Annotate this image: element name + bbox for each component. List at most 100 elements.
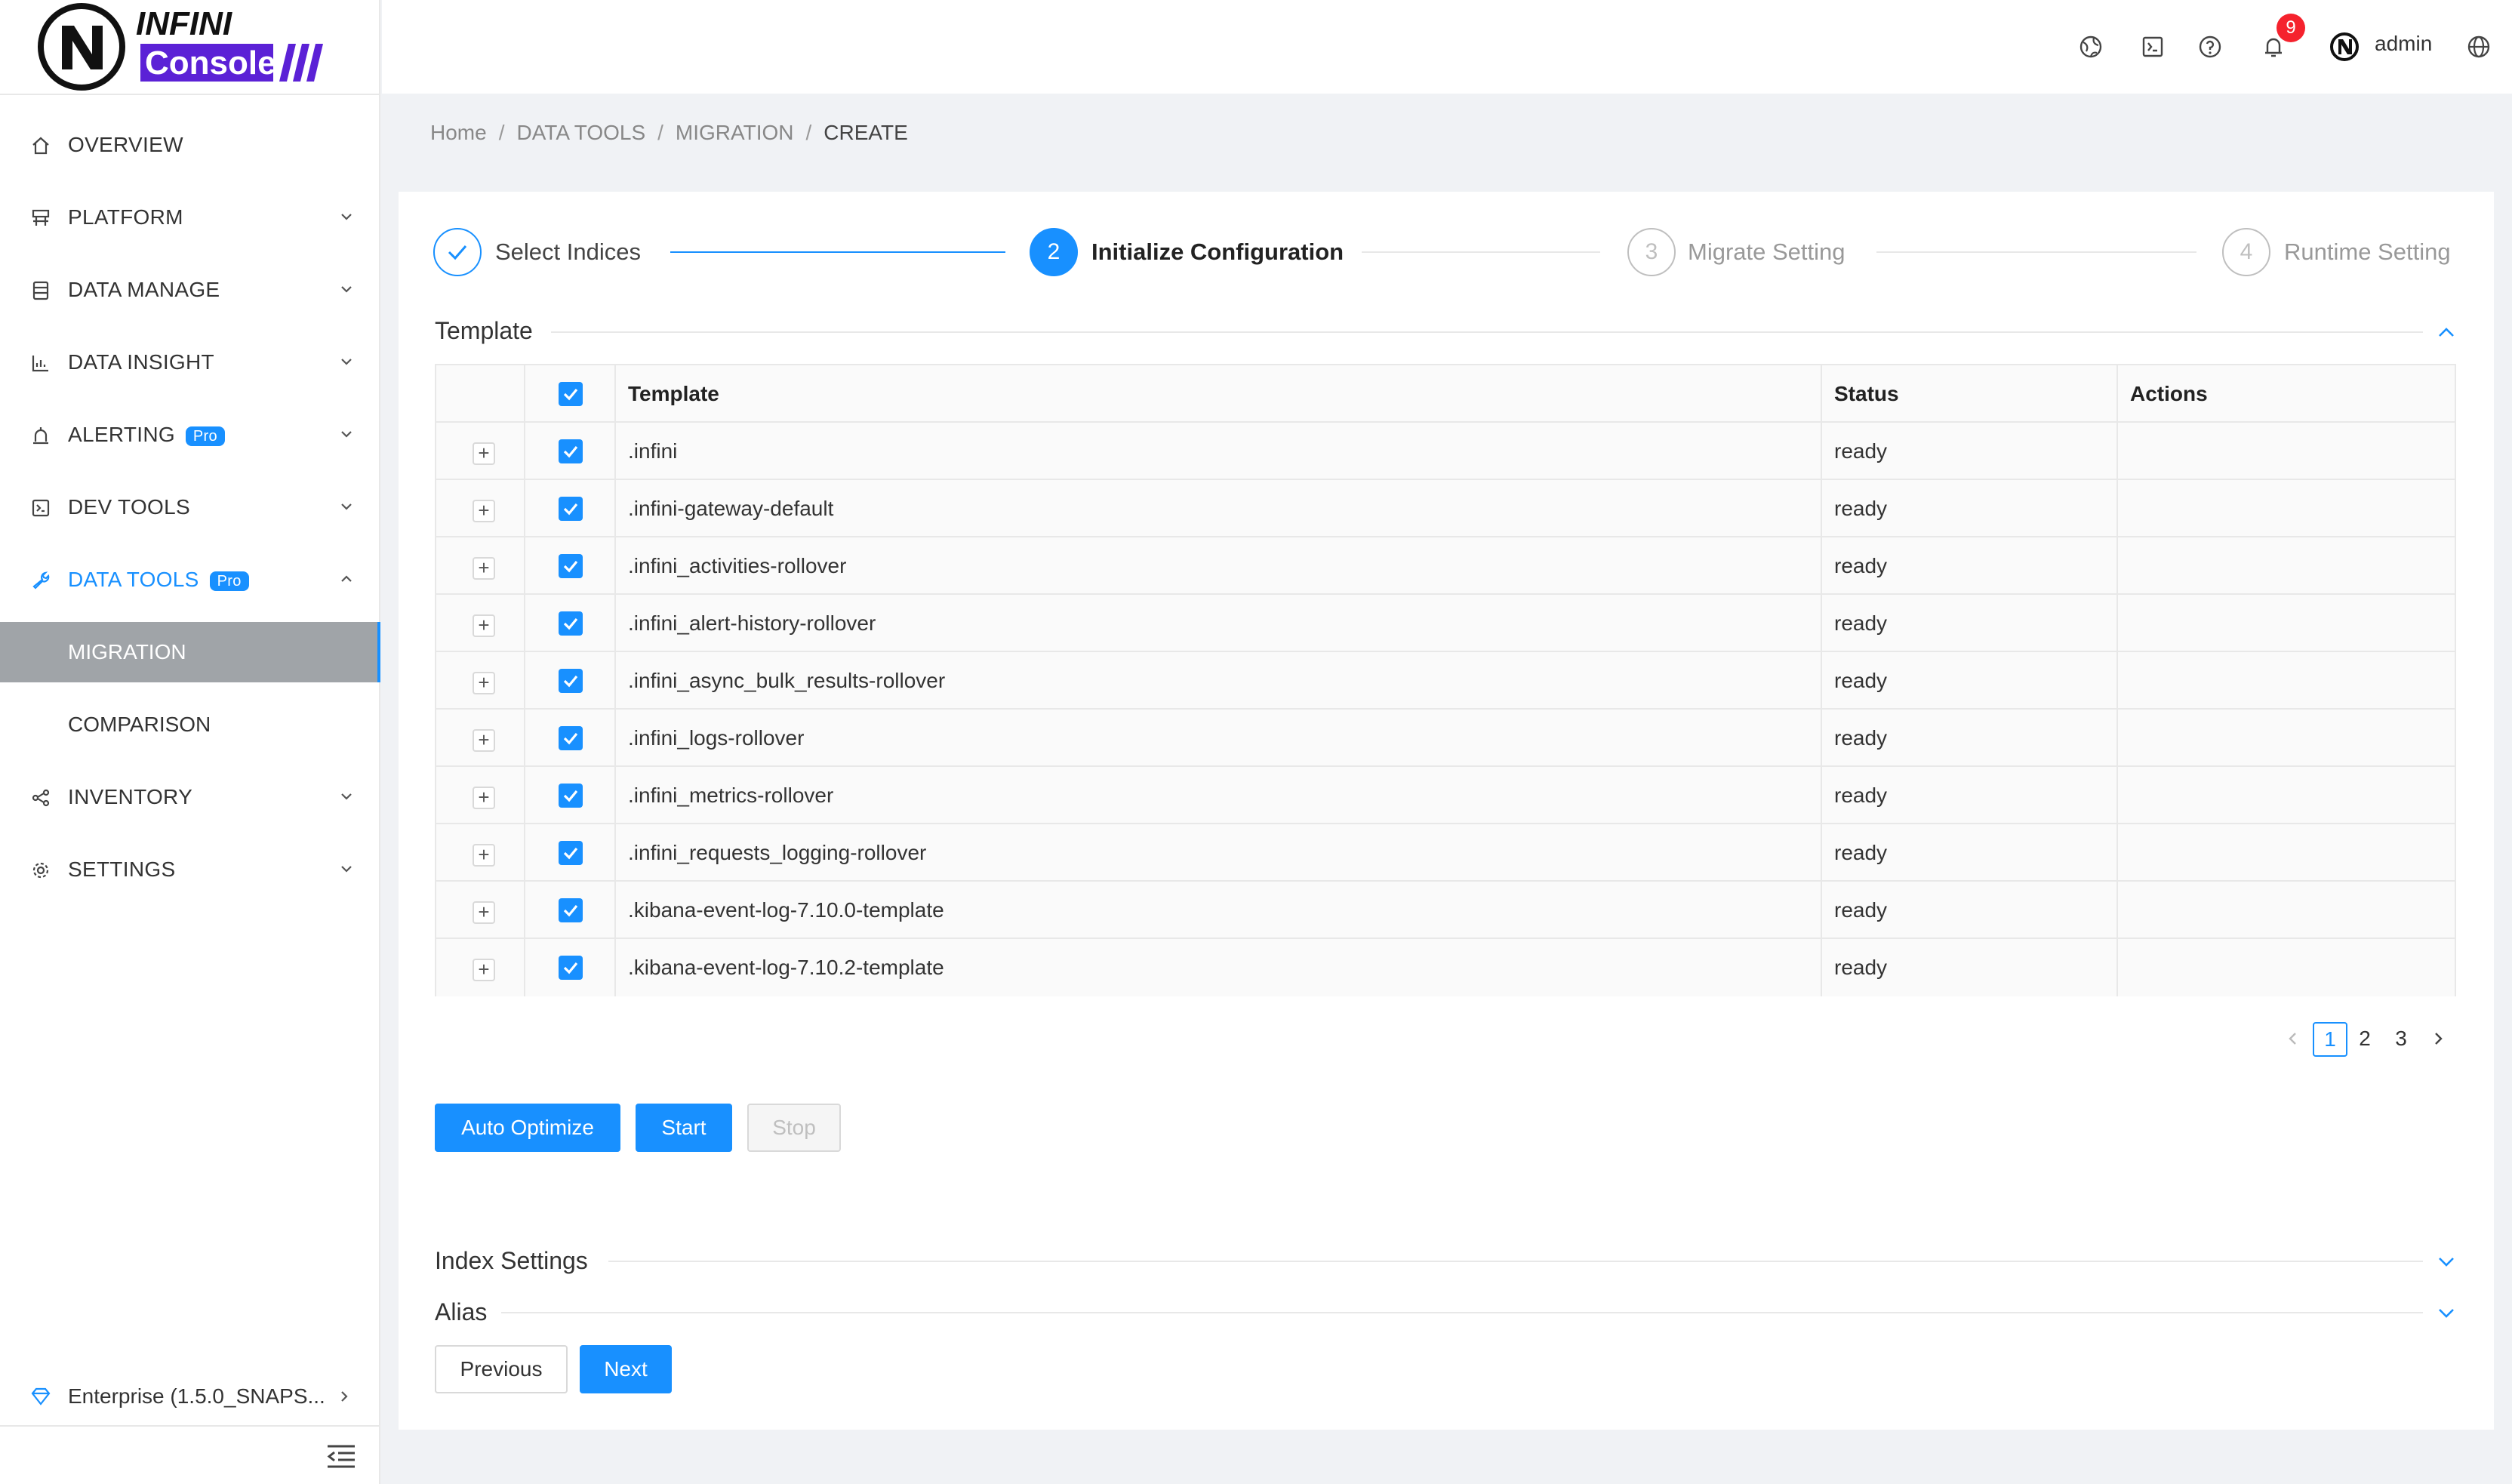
chevron-down-icon bbox=[341, 431, 352, 438]
sidebar-item-label: ALERTING Pro bbox=[68, 423, 225, 447]
expand-row-button[interactable]: + bbox=[473, 672, 495, 694]
sidebar-subitem-comparison[interactable]: COMPARISON bbox=[0, 694, 380, 755]
row-checkbox[interactable] bbox=[559, 554, 583, 578]
expand-row-button[interactable]: + bbox=[473, 442, 495, 465]
sidebar-subitem-migration[interactable]: MIGRATION bbox=[0, 622, 380, 682]
table-row: + .infini_metrics-rollover ready bbox=[436, 767, 2455, 824]
expand-row-button[interactable]: + bbox=[473, 959, 495, 981]
help-icon[interactable] bbox=[2196, 33, 2224, 60]
template-status: ready bbox=[1834, 439, 1888, 463]
auto-optimize-button[interactable]: Auto Optimize bbox=[435, 1104, 620, 1152]
header-status[interactable]: Status bbox=[1822, 365, 2118, 423]
select-cell bbox=[525, 882, 616, 939]
menu-fold-button[interactable] bbox=[326, 1443, 356, 1470]
row-checkbox[interactable] bbox=[559, 784, 583, 808]
template-status: ready bbox=[1834, 784, 1888, 807]
status-cell: ready bbox=[1822, 882, 2118, 939]
previous-button[interactable]: Previous bbox=[435, 1345, 568, 1393]
console-icon[interactable] bbox=[2139, 33, 2166, 60]
sidebar-item-data-insight[interactable]: DATA INSIGHT bbox=[0, 332, 380, 393]
row-checkbox[interactable] bbox=[559, 439, 583, 463]
expand-cell: + bbox=[436, 710, 525, 767]
row-checkbox[interactable] bbox=[559, 841, 583, 865]
pagination-prev-icon[interactable] bbox=[2284, 1030, 2302, 1048]
sidebar-item-alerting[interactable]: ALERTING Pro bbox=[0, 405, 380, 465]
chevron-down-icon bbox=[341, 503, 352, 510]
template-status: ready bbox=[1834, 611, 1888, 635]
sidebar-item-inventory[interactable]: INVENTORY bbox=[0, 767, 380, 827]
status-cell: ready bbox=[1822, 939, 2118, 996]
next-button[interactable]: Next bbox=[580, 1345, 672, 1393]
template-name: .infini_metrics-rollover bbox=[628, 784, 834, 807]
sidebar-item-settings[interactable]: SETTINGS bbox=[0, 839, 380, 900]
sidebar-item-data-manage[interactable]: DATA MANAGE bbox=[0, 260, 380, 320]
breadcrumb-migration[interactable]: MIGRATION bbox=[676, 121, 794, 144]
home-icon bbox=[32, 137, 49, 155]
breadcrumb-home[interactable]: Home bbox=[430, 121, 487, 144]
section-divider bbox=[551, 331, 2423, 333]
chevron-down-icon bbox=[341, 214, 352, 220]
template-name: .infini_alert-history-rollover bbox=[628, 611, 876, 635]
infini-console-logo[interactable]: INFINI Console bbox=[35, 0, 337, 94]
row-checkbox[interactable] bbox=[559, 956, 583, 980]
pagination-page-3[interactable]: 3 bbox=[2384, 1022, 2418, 1057]
template-name: .infini-gateway-default bbox=[628, 497, 834, 520]
pagination-page-2[interactable]: 2 bbox=[2347, 1022, 2382, 1057]
row-checkbox[interactable] bbox=[559, 611, 583, 636]
template-status: ready bbox=[1834, 898, 1888, 922]
sidebar-footer-divider bbox=[0, 1425, 380, 1427]
chevron-down-icon[interactable] bbox=[2435, 1301, 2458, 1324]
sidebar-item-platform[interactable]: PLATFORM bbox=[0, 187, 380, 248]
step-2-title: Initialize Configuration bbox=[1091, 239, 1344, 265]
template-section-title: Template bbox=[435, 317, 533, 344]
edition-info[interactable]: Enterprise (1.5.0_SNAPS... bbox=[0, 1366, 380, 1427]
diamond-icon bbox=[31, 1387, 51, 1405]
sidebar-item-label: DATA MANAGE bbox=[68, 278, 220, 301]
header-template[interactable]: Template bbox=[616, 365, 1822, 423]
breadcrumb-data-tools[interactable]: DATA TOOLS bbox=[516, 121, 645, 144]
breadcrumb-current: CREATE bbox=[823, 121, 908, 144]
chevron-down-icon[interactable] bbox=[2435, 1250, 2458, 1273]
stop-button[interactable]: Stop bbox=[747, 1104, 841, 1152]
sidebar-item-label: PLATFORM bbox=[68, 205, 183, 229]
avatar[interactable] bbox=[2329, 32, 2360, 62]
expand-row-button[interactable]: + bbox=[473, 844, 495, 867]
row-checkbox[interactable] bbox=[559, 497, 583, 521]
pagination-page-1[interactable]: 1 bbox=[2313, 1022, 2347, 1057]
chevron-up-icon[interactable] bbox=[2435, 322, 2458, 344]
select-all-checkbox[interactable] bbox=[559, 382, 583, 406]
sidebar-item-data-tools[interactable]: DATA TOOLS Pro bbox=[0, 550, 380, 610]
actions-cell bbox=[2118, 480, 2455, 537]
step-connector bbox=[1876, 251, 2196, 253]
row-checkbox[interactable] bbox=[559, 669, 583, 693]
globe-network-icon[interactable] bbox=[2077, 33, 2104, 60]
expand-row-button[interactable]: + bbox=[473, 500, 495, 522]
expand-row-button[interactable]: + bbox=[473, 614, 495, 637]
pagination-next-icon[interactable] bbox=[2429, 1030, 2447, 1048]
sidebar-item-dev-tools[interactable]: DEV TOOLS bbox=[0, 477, 380, 537]
sidebar: INFINI Console OVERVIEW PLATFORM DATA MA… bbox=[0, 0, 380, 1484]
brand-line2: Console bbox=[145, 45, 276, 82]
template-name-cell: .kibana-event-log-7.10.0-template bbox=[616, 882, 1822, 939]
sidebar-item-overview[interactable]: OVERVIEW bbox=[0, 115, 380, 175]
expand-row-button[interactable]: + bbox=[473, 557, 495, 580]
row-checkbox[interactable] bbox=[559, 726, 583, 750]
edition-label: Enterprise (1.5.0_SNAPS... bbox=[68, 1384, 325, 1408]
language-icon[interactable] bbox=[2465, 33, 2492, 60]
actions-cell bbox=[2118, 882, 2455, 939]
sidebar-item-label: SETTINGS bbox=[68, 857, 176, 881]
template-name: .infini_async_bulk_results-rollover bbox=[628, 669, 946, 692]
select-cell bbox=[525, 824, 616, 882]
row-checkbox[interactable] bbox=[559, 898, 583, 922]
step-1-title: Select Indices bbox=[495, 239, 641, 265]
username-label[interactable]: admin bbox=[2375, 32, 2432, 56]
expand-cell: + bbox=[436, 537, 525, 595]
expand-row-button[interactable]: + bbox=[473, 729, 495, 752]
template-name-cell: .infini-gateway-default bbox=[616, 480, 1822, 537]
actions-cell bbox=[2118, 824, 2455, 882]
start-button[interactable]: Start bbox=[636, 1104, 732, 1152]
chevron-right-icon bbox=[341, 1391, 348, 1402]
expand-row-button[interactable]: + bbox=[473, 901, 495, 924]
expand-row-button[interactable]: + bbox=[473, 787, 495, 809]
expand-cell: + bbox=[436, 939, 525, 996]
